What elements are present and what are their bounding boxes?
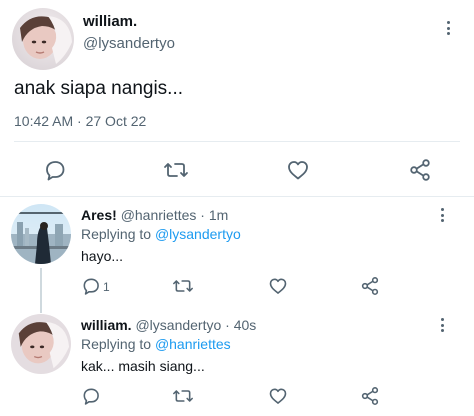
reply2-more-icon[interactable] bbox=[441, 318, 445, 335]
reply2-replying-prefix: Replying to bbox=[81, 336, 152, 352]
reply1-replying-prefix: Replying to bbox=[81, 226, 152, 242]
reply2-avatar[interactable] bbox=[11, 314, 71, 374]
reply1-reply-count: 1 bbox=[103, 280, 110, 294]
reply1-replying-to: Replying to @lysandertyo bbox=[81, 226, 241, 242]
reply1-avatar[interactable] bbox=[11, 204, 71, 264]
main-author-handle[interactable]: @lysandertyo bbox=[83, 35, 175, 52]
like-icon[interactable] bbox=[286, 158, 310, 182]
reply1-share-icon[interactable] bbox=[360, 276, 380, 296]
reply1-separator: · bbox=[200, 207, 205, 223]
main-tweet-text: anak siapa nangis... bbox=[14, 78, 184, 99]
reply1-header: Ares! @hanriettes · 1m bbox=[81, 207, 228, 223]
reply2-reply-icon[interactable] bbox=[81, 386, 101, 406]
reply2-share-icon[interactable] bbox=[360, 386, 380, 406]
reply2-like-icon[interactable] bbox=[268, 386, 288, 406]
reply1-author-name[interactable]: Ares! bbox=[81, 207, 117, 223]
reply1-replying-link[interactable]: @lysandertyo bbox=[155, 226, 241, 242]
reply2-replying-link[interactable]: @hanriettes bbox=[155, 336, 231, 352]
reply2-text: kak... masih siang... bbox=[81, 358, 205, 374]
reply1-author-handle[interactable]: @hanriettes bbox=[121, 207, 197, 223]
reply1-time[interactable]: 1m bbox=[209, 207, 228, 223]
reply2-replying-to: Replying to @hanriettes bbox=[81, 336, 231, 352]
reply1-text: hayo... bbox=[81, 248, 124, 264]
retweet-icon[interactable] bbox=[163, 158, 189, 182]
main-avatar[interactable] bbox=[12, 8, 74, 70]
reply2-time[interactable]: 40s bbox=[234, 317, 257, 333]
reply1-more-icon[interactable] bbox=[441, 208, 445, 225]
main-divider-top bbox=[14, 141, 460, 142]
reply-icon[interactable] bbox=[43, 158, 67, 182]
reply2-separator: · bbox=[225, 317, 230, 333]
reply1-reply-icon[interactable] bbox=[81, 276, 101, 296]
reply1-retweet-icon[interactable] bbox=[172, 276, 194, 296]
reply2-author-handle[interactable]: @lysandertyo bbox=[135, 317, 221, 333]
main-author-name[interactable]: william. bbox=[83, 13, 137, 30]
main-tweet-timestamp[interactable]: 10:42 AM · 27 Oct 22 bbox=[14, 113, 146, 129]
main-divider-bottom bbox=[0, 196, 474, 197]
share-icon[interactable] bbox=[408, 158, 432, 182]
main-more-icon[interactable] bbox=[447, 21, 451, 38]
reply2-author-name[interactable]: william. bbox=[81, 317, 132, 333]
reply2-header: william. @lysandertyo · 40s bbox=[81, 317, 256, 333]
thread-line bbox=[40, 268, 42, 313]
reply2-retweet-icon[interactable] bbox=[172, 386, 194, 406]
reply1-like-icon[interactable] bbox=[268, 276, 288, 296]
